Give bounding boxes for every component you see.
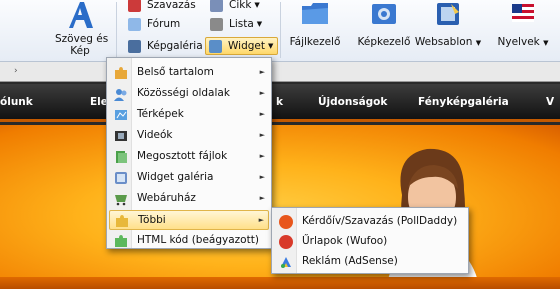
menu-item-label: Közösségi oldalak [137, 87, 230, 99]
puzzle-icon [115, 67, 127, 79]
menu-item-widget-galeria[interactable]: Widget galéria ► [109, 168, 269, 188]
widget-label: Widget [228, 40, 265, 52]
chevron-right-icon: ► [259, 152, 265, 160]
menu-item-label: Belső tartalom [137, 66, 214, 78]
chevron-right-icon[interactable]: › [14, 66, 18, 76]
nav-item[interactable]: V [546, 96, 554, 108]
widget-button[interactable]: Widget ▼ [205, 37, 279, 55]
languages-button[interactable]: Nyelvek ▼ [490, 0, 556, 49]
menu-item-videok[interactable]: Videók ► [109, 126, 269, 146]
shop-icon [115, 195, 127, 206]
poll-icon [128, 0, 141, 12]
text-and-image-label: Szöveg és Kép [55, 33, 109, 57]
chevron-right-icon: ► [259, 68, 265, 76]
tobbi-submenu: Kérdőív/Szavazás (PollDaddy) Űrlapok (Wu… [271, 207, 469, 274]
hero-bottom-bar [0, 277, 560, 289]
forum-label: Fórum [147, 18, 181, 30]
chevron-down-icon: ▼ [267, 42, 274, 50]
menu-item-label: Videók [137, 129, 173, 141]
puzzle-icon [116, 215, 128, 227]
chevron-down-icon: ▼ [254, 1, 260, 9]
menu-item-belso-tartalom[interactable]: Belső tartalom ► [109, 63, 269, 83]
file-manager-label: Fájlkezelő [289, 36, 341, 48]
menu-item-terkepek[interactable]: Térképek ► [109, 105, 269, 125]
image-folder-icon [372, 4, 396, 24]
article-icon [210, 0, 223, 12]
menu-item-webaruhaz[interactable]: Webáruház ► [109, 189, 269, 209]
image-manager-button[interactable]: Képkezelő [352, 0, 416, 48]
ribbon-toolbar: Szöveg és Kép Szavazás Fórum Képgaléria … [0, 0, 560, 62]
websablon-label: Websablon ▼ [414, 36, 482, 48]
camera-icon [128, 39, 141, 53]
file-manager-button[interactable]: Fájlkezelő [286, 0, 344, 48]
wufoo-icon [279, 235, 293, 249]
list-icon [210, 17, 223, 31]
polldaddy-icon [279, 215, 293, 229]
chevron-right-icon: ► [259, 194, 265, 202]
submenu-item-adsense[interactable]: Reklám (AdSense) [274, 252, 466, 272]
people-icon [114, 89, 127, 101]
shared-files-icon [116, 151, 127, 163]
chevron-right-icon: ► [259, 131, 265, 139]
nav-item[interactable]: Újdonságok [318, 96, 387, 108]
submenu-item-wufoo[interactable]: Űrlapok (Wufoo) [274, 232, 466, 252]
puzzle-icon [115, 235, 127, 247]
menu-item-html-kod[interactable]: HTML kód (beágyazott) [109, 231, 269, 251]
ribbon-separator [116, 2, 117, 58]
image-manager-label: Képkezelő [357, 36, 411, 48]
forum-icon [128, 17, 141, 31]
template-icon [437, 3, 459, 25]
map-icon [115, 110, 127, 120]
menu-item-megosztott-fajlok[interactable]: Megosztott fájlok ► [109, 147, 269, 167]
submenu-item-label: Kérdőív/Szavazás (PollDaddy) [302, 215, 458, 227]
menu-item-label: Webáruház [137, 192, 196, 204]
poll-button[interactable]: Szavazás [128, 0, 196, 14]
submenu-item-label: Űrlapok (Wufoo) [302, 235, 388, 247]
article-button[interactable]: Cikk ▼ [210, 0, 260, 14]
article-label: Cikk [229, 0, 252, 11]
menu-item-tobbi[interactable]: Többi ► [109, 210, 269, 230]
chevron-right-icon: ► [258, 216, 264, 224]
text-and-image-button[interactable]: Szöveg és Kép [55, 0, 109, 57]
site-navigation: ólunk Ele k Újdonságok Fényképgaléria V [0, 84, 560, 122]
menu-item-label: Widget galéria [137, 171, 214, 183]
websablon-button[interactable]: Websablon ▼ [414, 0, 482, 49]
gallery-button[interactable]: Képgaléria [128, 37, 203, 55]
widget-gallery-icon [115, 172, 127, 184]
list-button[interactable]: Lista ▼ [210, 15, 262, 33]
menu-item-label: Megosztott fájlok [137, 150, 228, 162]
widget-icon [209, 39, 222, 53]
menu-item-kozossegi-oldalak[interactable]: Közösségi oldalak ► [109, 84, 269, 104]
address-bar: › [0, 62, 560, 82]
menu-item-label: HTML kód (beágyazott) [137, 234, 259, 246]
chevron-right-icon: ► [259, 110, 265, 118]
text-a-icon [69, 2, 93, 28]
forum-button[interactable]: Fórum [128, 15, 180, 33]
list-label: Lista [229, 18, 254, 30]
nav-item[interactable]: ólunk [0, 96, 33, 108]
chevron-right-icon: ► [259, 173, 265, 181]
languages-label: Nyelvek ▼ [497, 36, 549, 48]
menu-item-label: Térképek [137, 108, 184, 120]
film-icon [115, 131, 127, 141]
menu-item-label: Többi [138, 214, 166, 226]
submenu-item-polldaddy[interactable]: Kérdőív/Szavazás (PollDaddy) [274, 212, 466, 232]
gallery-label: Képgaléria [147, 40, 203, 52]
chevron-right-icon: ► [259, 89, 265, 97]
nav-item[interactable]: Fényképgaléria [418, 96, 509, 108]
adsense-icon [281, 257, 291, 268]
submenu-item-label: Reklám (AdSense) [302, 255, 398, 267]
chevron-down-icon: ▼ [256, 20, 263, 28]
ribbon-separator [280, 2, 281, 58]
poll-label: Szavazás [147, 0, 196, 11]
widget-dropdown-menu: Belső tartalom ► Közösségi oldalak ► Tér… [106, 57, 272, 249]
flag-icon [512, 4, 534, 22]
nav-item[interactable]: k [276, 96, 283, 108]
folder-icon [302, 3, 328, 24]
